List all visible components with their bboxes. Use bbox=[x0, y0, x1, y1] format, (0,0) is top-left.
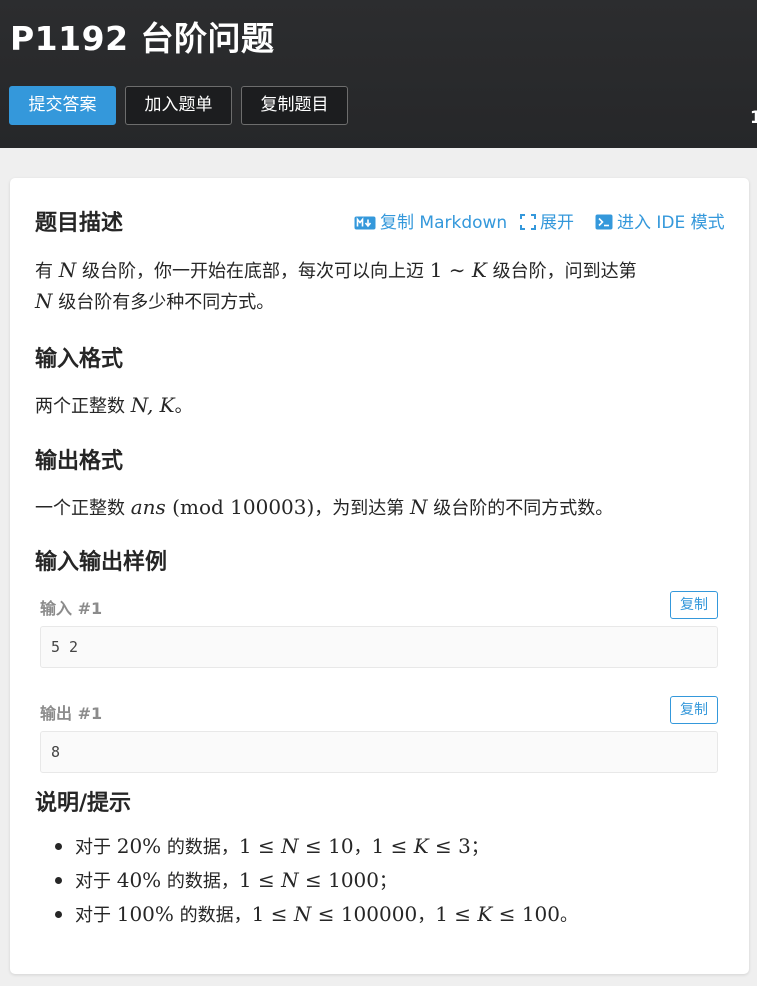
ide-mode-link[interactable]: 进入 IDE 模式 bbox=[595, 208, 725, 233]
expand-label: 展开 bbox=[540, 213, 574, 233]
copy-input-button[interactable]: 复制 bbox=[670, 591, 718, 619]
description-heading: 题目描述 bbox=[35, 211, 124, 236]
copy-markdown-link[interactable]: 复制 Markdown bbox=[354, 208, 507, 233]
sample-input-label: 输入 #1 bbox=[40, 599, 103, 618]
samples-heading: 输入输出样例 bbox=[35, 550, 168, 575]
hints-list: 对于 20% 的数据，1 ≤ N ≤ 10，1 ≤ K ≤ 3； 对于 40% … bbox=[35, 830, 578, 932]
header-edge-number: 1 bbox=[750, 108, 757, 128]
copy-markdown-label: 复制 Markdown bbox=[380, 213, 508, 233]
problem-card: 复制 Markdown 展开 进入 IDE 模式 题目描述 有 N 级台阶，你一… bbox=[10, 178, 749, 974]
problem-header: P1192 台阶问题 提交答案 加入题单 复制题目 1 bbox=[0, 0, 757, 148]
hint-item: 对于 20% 的数据，1 ≤ N ≤ 10，1 ≤ K ≤ 3； bbox=[35, 830, 578, 864]
output-format-text: 一个正整数 ans (mod 100003)，为到达第 N 级台阶的不同方式数。 bbox=[35, 495, 614, 519]
hint-item: 对于 40% 的数据，1 ≤ N ≤ 1000； bbox=[35, 864, 578, 898]
copy-problem-button[interactable]: 复制题目 bbox=[241, 86, 348, 125]
sample-output-box[interactable]: 8 bbox=[40, 731, 718, 773]
expand-link[interactable]: 展开 bbox=[520, 208, 574, 233]
description-line-1: 有 N 级台阶，你一开始在底部，每次可以向上迈 1 ∼ K 级台阶，问到达第 bbox=[35, 258, 637, 282]
output-format-heading: 输出格式 bbox=[35, 449, 124, 474]
hint-item: 对于 100% 的数据，1 ≤ N ≤ 100000，1 ≤ K ≤ 100。 bbox=[35, 898, 578, 932]
add-to-list-button[interactable]: 加入题单 bbox=[125, 86, 232, 125]
hints-heading: 说明/提示 bbox=[35, 791, 132, 816]
copy-output-button[interactable]: 复制 bbox=[670, 696, 718, 724]
description-line-2: N 级台阶有多少种不同方式。 bbox=[35, 289, 275, 313]
terminal-icon bbox=[595, 214, 613, 230]
page-title: P1192 台阶问题 bbox=[10, 19, 275, 58]
markdown-icon bbox=[354, 216, 376, 230]
ide-mode-label: 进入 IDE 模式 bbox=[617, 213, 725, 233]
input-format-heading: 输入格式 bbox=[35, 347, 124, 372]
input-format-text: 两个正整数 N, K。 bbox=[35, 393, 193, 417]
submit-answer-button[interactable]: 提交答案 bbox=[9, 86, 116, 125]
sample-input-box[interactable]: 5 2 bbox=[40, 626, 718, 668]
expand-icon bbox=[520, 214, 536, 230]
sample-output-label: 输出 #1 bbox=[40, 704, 103, 723]
